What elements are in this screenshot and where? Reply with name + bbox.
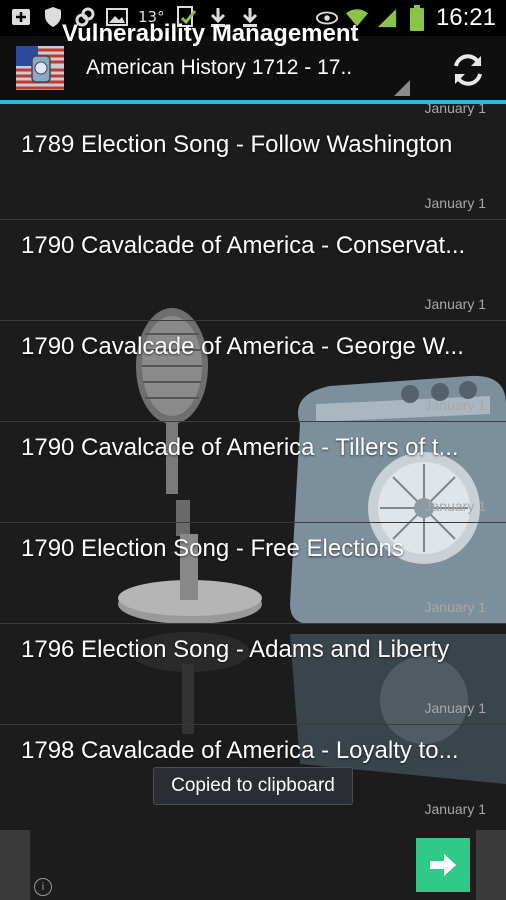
item-title: 1790 Election Song - Free Elections bbox=[21, 535, 404, 562]
item-date: January 1 bbox=[424, 599, 486, 615]
list-item[interactable]: 1789 Election Song - Follow Washington J… bbox=[0, 118, 506, 220]
ad-info-icon[interactable]: i bbox=[34, 878, 52, 896]
signal-icon bbox=[376, 7, 398, 29]
battery-icon bbox=[406, 5, 428, 31]
item-title: 1790 Cavalcade of America - Tillers of t… bbox=[21, 434, 459, 461]
ad-open-button[interactable] bbox=[416, 838, 470, 892]
refresh-icon bbox=[454, 54, 482, 86]
refresh-button[interactable] bbox=[446, 48, 490, 92]
list-item[interactable]: 1790 Cavalcade of America - Conservat...… bbox=[0, 219, 506, 321]
podcast-list[interactable]: January 1 1789 Election Song - Follow Wa… bbox=[0, 104, 506, 830]
list-item[interactable]: 1790 Cavalcade of America - George W... … bbox=[0, 320, 506, 422]
list-item[interactable]: 1796 Election Song - Adams and Liberty J… bbox=[0, 623, 506, 725]
item-date: January 1 bbox=[424, 801, 486, 817]
list-item[interactable]: 1790 Cavalcade of America - Tillers of t… bbox=[0, 421, 506, 523]
app-title[interactable]: American History 1712 - 17.. bbox=[86, 56, 386, 80]
item-title: 1798 Cavalcade of America - Loyalty to..… bbox=[21, 737, 459, 764]
item-date: January 1 bbox=[424, 296, 486, 312]
ad-text[interactable]: Vulnerability Management bbox=[62, 20, 359, 48]
clipboard-toast: Copied to clipboard bbox=[153, 767, 353, 805]
add-box-icon bbox=[10, 6, 32, 28]
shield-icon bbox=[42, 6, 64, 28]
item-title: 1789 Election Song - Follow Washington bbox=[21, 131, 453, 158]
arrow-right-icon bbox=[430, 854, 456, 876]
clock-text: 16:21 bbox=[435, 4, 496, 31]
spinner-indicator-icon[interactable] bbox=[394, 80, 410, 96]
item-title: 1796 Election Song - Adams and Liberty bbox=[21, 636, 450, 663]
item-date: January 1 bbox=[424, 195, 486, 211]
item-title: 1790 Cavalcade of America - George W... bbox=[21, 333, 464, 360]
item-date: January 1 bbox=[424, 397, 486, 413]
item-title: 1790 Cavalcade of America - Conservat... bbox=[21, 232, 466, 259]
app-logo-icon[interactable] bbox=[16, 46, 64, 90]
partial-row-date: January 1 bbox=[424, 104, 486, 116]
item-date: January 1 bbox=[424, 498, 486, 514]
list-item[interactable]: 1790 Election Song - Free Elections Janu… bbox=[0, 522, 506, 624]
ad-content[interactable] bbox=[30, 830, 476, 900]
item-date: January 1 bbox=[424, 700, 486, 716]
